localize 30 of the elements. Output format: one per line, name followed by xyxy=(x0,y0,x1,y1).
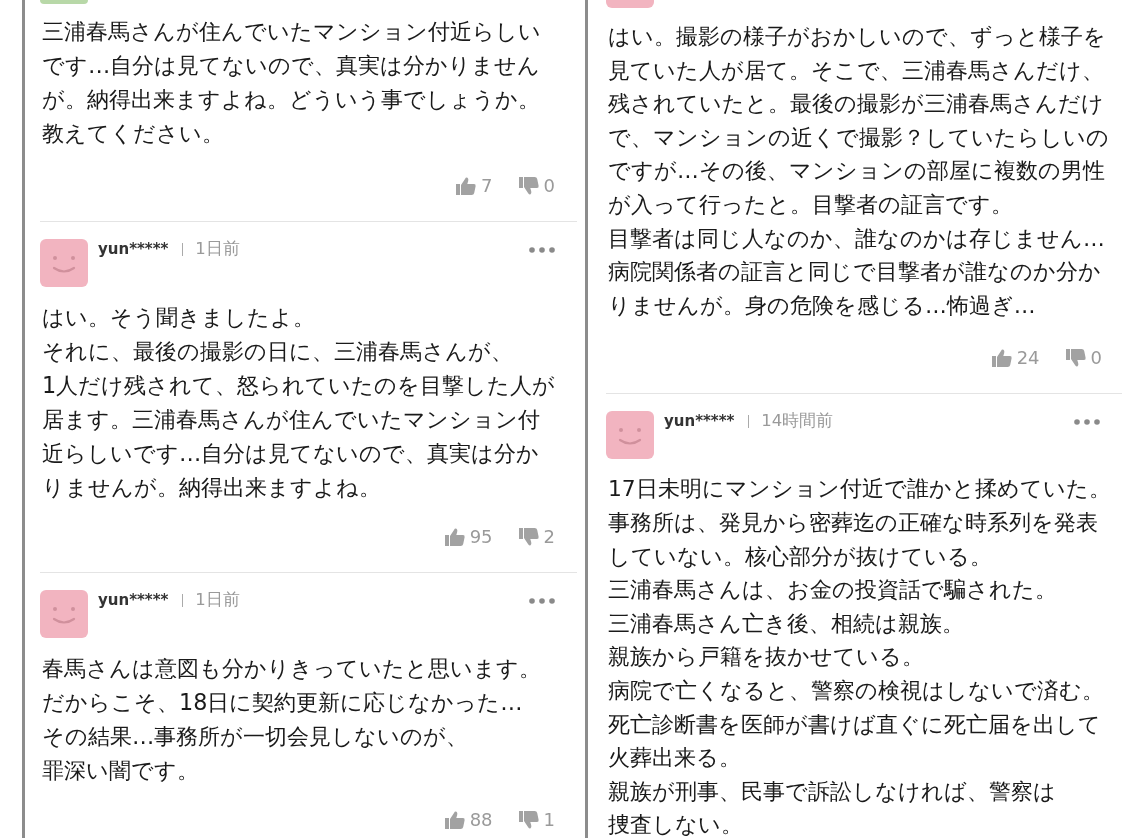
more-icon[interactable] xyxy=(529,247,555,253)
comment-text: はい。撮影の様子がおかしいので、ずっと様子を 見ていた人が居て。そこで、三浦春馬さんだけ、 残されていたと。最後の撮影が三浦春馬さんだけ で、マンションの近くで撮影？していたらしいの ですが…その後、マンションの部屋に複数の男性 が入って行ったと。目撃者の証言です。 目撃者は同じ人なのか、誰なのかは存じません… 病院関係者の証言と同じで目撃者が誰なのか分か りませんが。身の危険を感じる…怖過ぎ… xyxy=(608,23,1110,320)
like-button[interactable]: 24 xyxy=(991,348,1040,369)
thumbs-up-icon xyxy=(991,349,1012,368)
like-button[interactable]: 95 xyxy=(444,527,493,547)
more-icon[interactable] xyxy=(529,598,555,604)
dislike-button[interactable]: 1 xyxy=(518,810,555,830)
more-icon[interactable] xyxy=(1074,419,1100,426)
thumbs-up-icon xyxy=(444,528,465,546)
thumbs-down-icon xyxy=(518,811,539,829)
thumbs-up-icon xyxy=(444,811,465,829)
comment-text: はい。そう聞きましたよ。 それに、最後の撮影の日に、三浦春馬さんが、 1人だけ残されて、怒られていたのを目撃した人が 居ます。三浦春馬さんが住んでいたマンション付 近らしいです…自分は見てないので、真実は分か りませんが。納得出来ますよね。 xyxy=(42,303,557,502)
dislike-button[interactable]: 2 xyxy=(518,527,555,547)
dislike-button[interactable]: 0 xyxy=(1065,348,1102,369)
like-button[interactable]: 7 xyxy=(456,176,493,196)
thumbs-down-icon xyxy=(1065,349,1086,368)
username: yun***** xyxy=(98,239,169,259)
timestamp: 1日前 xyxy=(195,590,240,610)
dislike-button[interactable]: 0 xyxy=(518,176,555,196)
thumbs-up-icon xyxy=(456,177,477,195)
username: yun***** xyxy=(98,590,169,610)
thumbs-down-icon xyxy=(518,528,539,546)
timestamp: 1日前 xyxy=(195,239,240,259)
timestamp: 14時間前 xyxy=(761,411,834,432)
username: yun***** xyxy=(664,411,735,432)
comment-text: 17日未明にマンション付近で誰かと揉めていた。 事務所は、発見から密葬迄の正確な時系列を発表 していない。核心部分が抜けている。 三浦春馬さんは、お金の投資話で騙された。 三浦春馬さん亡き後、相続は親族。 親族から戸籍を抜かせている。 病院で亡くなると、警察の検視はしないで済む。 死亡診断書を医師が書けば直ぐに死亡届を出して 火葬出来る。 親族が刑事、民事で訴訟しなければ、警察は 捜査しない。 xyxy=(608,475,1112,838)
comment-text: 春馬さんは意図も分かりきっていたと思います。 だからこそ、18日に契約更新に応じなかった… その結果…事務所が一切会見しないのが、 罪深い闇です。 xyxy=(42,654,542,785)
comment-text: 三浦春馬さんが住んでいたマンション付近らしい です…自分は見てないので、真実は分かりません が。納得出来ますよね。どういう事でしょうか。 教えてください。 xyxy=(42,17,542,148)
thumbs-down-icon xyxy=(518,177,539,195)
like-button[interactable]: 88 xyxy=(444,810,493,830)
